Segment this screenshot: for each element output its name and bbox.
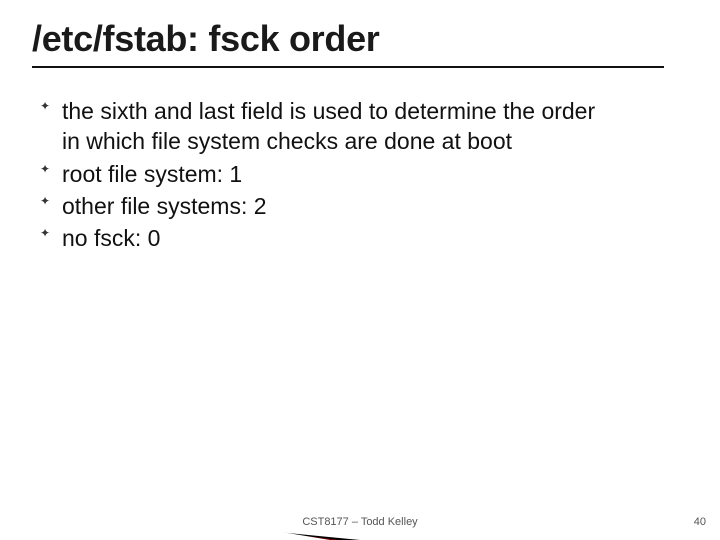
list-item: the sixth and last field is used to dete… [40, 96, 600, 157]
list-item: other file systems: 2 [40, 191, 600, 221]
list-item: no fsck: 0 [40, 223, 600, 253]
list-item: root file system: 1 [40, 159, 600, 189]
bullet-list: the sixth and last field is used to dete… [40, 96, 600, 256]
slide: /etc/fstab: fsck order the sixth and las… [0, 0, 720, 540]
slide-title: /etc/fstab: fsck order [32, 18, 688, 68]
page-number: 40 [694, 516, 706, 528]
footer-text: CST8177 – Todd Kelley [0, 516, 720, 528]
